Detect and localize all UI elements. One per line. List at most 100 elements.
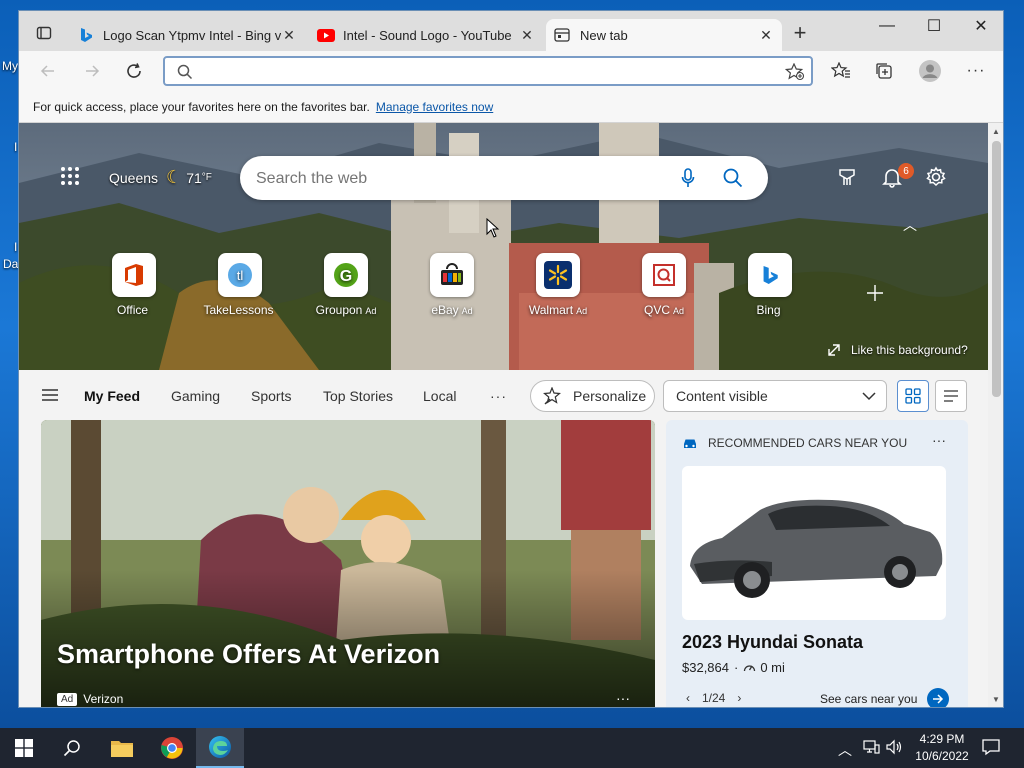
bing-icon [748,253,792,297]
address-bar[interactable] [163,56,813,86]
car-image-container[interactable] [682,466,946,620]
feed-tab-top-stories[interactable]: Top Stories [323,388,393,404]
desktop-icon-label[interactable]: I [14,140,17,154]
apps-grid-icon[interactable] [59,165,81,190]
windows-logo-icon [15,739,33,757]
tab-new-tab[interactable]: New tab ✕ [546,19,782,51]
ad-tag: Ad [673,306,685,316]
quick-link-groupon[interactable]: G Groupon Ad [301,253,391,317]
card-more-button[interactable]: ··· [616,690,630,706]
forward-button[interactable] [77,57,107,85]
taskbar-file-explorer[interactable] [98,728,146,768]
show-hidden-icons-chevron-icon[interactable]: ︿ [838,740,852,760]
tab-title: New tab [580,27,628,43]
collapse-chevron-up-icon[interactable]: ︿ [903,215,917,235]
refresh-icon [127,63,141,78]
clock-time: 4:29 PM [919,732,965,746]
page-scrollbar[interactable]: ▲ ▼ [988,123,1003,707]
like-background-button[interactable]: Like this background? [827,343,968,357]
address-input[interactable] [201,61,761,81]
desktop-icon-label[interactable]: My [2,59,18,73]
manage-favorites-link[interactable]: Manage favorites now [376,100,493,114]
quick-link-label: Office [116,303,149,317]
tab-youtube[interactable]: Intel - Sound Logo - YouTube ✕ [309,19,543,51]
network-icon[interactable] [862,739,880,758]
weather-widget[interactable]: Queens ☾ 71 °F [109,167,212,188]
quick-link-ebay[interactable]: eBay Ad [407,253,497,317]
chevron-down-icon [862,392,876,401]
groupon-icon: G [324,253,368,297]
card-headline[interactable]: Smartphone Offers At Verizon [57,639,440,670]
pager-next-icon[interactable]: › [737,691,741,705]
quick-link-label: Bing [756,303,781,317]
content-visibility-dropdown[interactable]: Content visible [663,380,887,412]
rewards-icon[interactable] [837,167,857,190]
hamburger-menu-icon[interactable] [41,388,59,405]
scrollbar-thumb[interactable] [992,141,1001,397]
tab-close-icon[interactable]: ✕ [281,27,297,44]
featured-ad-card[interactable]: Smartphone Offers At Verizon Ad Verizon … [41,420,655,707]
page-settings-gear-icon[interactable] [925,166,947,191]
quick-link-bing[interactable]: Bing [725,253,815,317]
hyundai-sonata-image [690,499,943,598]
feed-more-button[interactable]: ··· [490,388,507,404]
tab-bing-video[interactable]: Logo Scan Ytpmv Intel - Bing vid ✕ [71,19,305,51]
web-search-box[interactable] [240,156,768,200]
settings-more-button[interactable]: ··· [961,57,991,85]
like-background-label: Like this background? [851,343,968,357]
quick-link-label: Walmart [528,303,574,317]
arrow-right-circle-icon[interactable] [927,688,950,707]
car-model[interactable]: 2023 Hyundai Sonata [682,632,863,653]
quick-link-walmart[interactable]: Walmart Ad [513,253,603,317]
feed-tab-sports[interactable]: Sports [251,388,291,404]
taskbar-chrome[interactable] [148,728,196,768]
tab-title: Intel - Sound Logo - YouTube [343,27,512,43]
new-tab-button[interactable]: + [785,19,815,47]
taskbar-clock[interactable]: 4:29 PM 10/6/2022 [910,731,974,765]
scroll-down-arrow-icon[interactable]: ▼ [992,695,1000,704]
desktop-icon-label[interactable]: I [14,240,17,254]
close-window-button[interactable]: ✕ [958,11,1003,41]
back-button[interactable] [33,57,63,85]
action-center-icon[interactable] [982,738,1000,759]
taskbar-edge[interactable] [196,728,244,768]
quick-link-label: eBay [431,303,459,317]
expand-arrow-icon [828,344,840,356]
maximize-button[interactable]: ☐ [911,11,957,41]
list-view-button[interactable] [935,380,967,412]
tab-actions-icon[interactable] [29,19,59,47]
weather-temperature: 71 [186,169,202,186]
office-icon [112,253,156,297]
add-favorite-icon[interactable] [784,62,805,84]
cars-card-title: RECOMMENDED CARS NEAR YOU [708,436,908,450]
add-quick-link-button[interactable] [861,279,889,307]
volume-icon[interactable] [886,739,904,758]
feed-tab-my-feed[interactable]: My Feed [84,388,140,404]
quick-link-qvc[interactable]: QVC Ad [619,253,709,317]
quick-link-office[interactable]: Office [89,253,179,317]
feed-tab-gaming[interactable]: Gaming [171,388,220,404]
desktop-icon-label[interactable]: Da [3,257,18,271]
search-icon [63,740,80,757]
minimize-button[interactable]: — [864,11,910,41]
refresh-button[interactable] [119,57,149,85]
collections-button[interactable] [869,57,899,85]
start-button[interactable] [0,728,48,768]
see-cars-link[interactable]: See cars near you [820,688,950,707]
scroll-up-arrow-icon[interactable]: ▲ [992,127,1000,136]
search-submit-icon[interactable] [723,168,743,191]
grid-view-button[interactable] [897,380,929,412]
feed-tab-local[interactable]: Local [423,388,456,404]
web-search-input[interactable] [256,168,656,190]
tab-close-icon[interactable]: ✕ [758,27,774,44]
profile-button[interactable] [915,57,945,85]
tab-close-icon[interactable]: ✕ [519,27,535,44]
microphone-icon[interactable] [681,168,695,191]
taskbar-search-button[interactable] [48,728,96,768]
personalize-button[interactable]: Personalize [530,380,655,412]
quick-link-takelessons[interactable]: tl TakeLessons [195,253,285,317]
pager-prev-icon[interactable]: ‹ [686,691,690,705]
cars-card-more-button[interactable]: ··· [932,432,946,448]
qvc-icon [642,253,686,297]
favorites-button[interactable] [826,57,856,85]
